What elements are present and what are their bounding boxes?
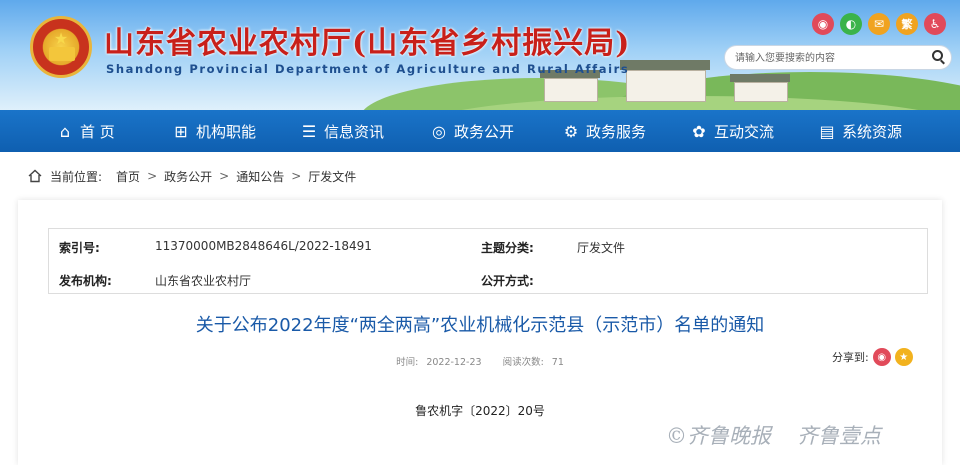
nav-item-label: 机构职能 xyxy=(196,122,257,141)
site-subtitle: Shandong Provincial Department of Agricu… xyxy=(106,62,630,76)
category-label: 主题分类: xyxy=(481,241,534,255)
share-label: 分享到: xyxy=(832,351,869,364)
watermark: ©齐鲁晚报 齐鲁壹点 xyxy=(666,420,881,450)
time-value: 2022-12-23 xyxy=(426,357,482,368)
document-meta-table: 索引号: 11370000MB2848646L/2022-18491 主题分类:… xyxy=(48,228,928,294)
watermark-right: 齐鲁壹点 xyxy=(797,424,881,448)
disclosure-label: 公开方式: xyxy=(481,274,534,288)
nav-item-label: 互动交流 xyxy=(714,122,775,141)
weibo-icon[interactable]: ◉ xyxy=(812,13,834,35)
house-roof xyxy=(730,74,790,82)
nav-item-label: 政务公开 xyxy=(454,122,515,141)
time-label: 时间: xyxy=(396,357,419,368)
breadcrumb-link-public-affairs[interactable]: 政务公开 xyxy=(164,168,212,185)
top-icon-bar: ◉ ◐ ✉ 繁 ♿ xyxy=(812,13,946,35)
org-icon: ⊞ xyxy=(174,121,188,141)
resource-icon: ▤ xyxy=(819,121,835,141)
article-info: 时间: 2022-12-23 阅读次数: 71 xyxy=(18,354,942,368)
nav-item-label: 信息资讯 xyxy=(324,122,385,141)
breadcrumb: 当前位置: 首页 > 政务公开 > 通知公告 > 厅发文件 xyxy=(28,168,356,184)
nav-item-home[interactable]: ⌂ 首 页 xyxy=(56,110,115,152)
chevron-right-icon: > xyxy=(219,169,230,183)
house-roof xyxy=(620,60,710,70)
doc-icon: ☰ xyxy=(301,121,317,141)
nav-item-organization[interactable]: ⊞ 机构职能 xyxy=(172,110,256,152)
chevron-right-icon: > xyxy=(291,169,302,183)
index-label: 索引号: xyxy=(59,241,100,255)
house-decoration xyxy=(734,82,788,102)
traditional-chinese-button[interactable]: 繁 xyxy=(896,13,918,35)
share-bar: 分享到: ◉ ★ xyxy=(832,348,913,366)
wechat-icon[interactable]: ◐ xyxy=(840,13,862,35)
gear-icon: ⚙ xyxy=(563,121,579,141)
eye-icon: ◎ xyxy=(432,121,446,141)
home-icon xyxy=(28,169,42,183)
search-input[interactable] xyxy=(733,49,927,68)
house-decoration xyxy=(544,78,598,102)
category-value: 厅发文件 xyxy=(577,241,626,255)
breadcrumb-link-dept-documents[interactable]: 厅发文件 xyxy=(308,168,356,185)
index-value: 11370000MB2848646L/2022-18491 xyxy=(155,239,372,253)
mail-icon[interactable]: ✉ xyxy=(868,13,890,35)
views-value: 71 xyxy=(551,357,564,368)
search-icon[interactable] xyxy=(932,50,943,61)
nav-item-news[interactable]: ☰ 信息资讯 xyxy=(300,110,384,152)
views-label: 阅读次数: xyxy=(502,357,544,368)
chat-icon: ✿ xyxy=(692,121,706,141)
nav-item-resources[interactable]: ▤ 系统资源 xyxy=(818,110,902,152)
breadcrumb-link-notices[interactable]: 通知公告 xyxy=(236,168,284,185)
nav-item-interaction[interactable]: ✿ 互动交流 xyxy=(690,110,774,152)
breadcrumb-label: 当前位置: xyxy=(50,169,103,184)
house-decoration xyxy=(626,70,706,102)
weibo-share-icon[interactable]: ◉ xyxy=(872,348,891,366)
nav-item-label: 首 页 xyxy=(80,122,115,141)
publisher-label: 发布机构: xyxy=(59,274,112,288)
nav-item-label: 政务服务 xyxy=(586,122,647,141)
chevron-right-icon: > xyxy=(147,169,158,183)
nav-item-services[interactable]: ⚙ 政务服务 xyxy=(562,110,646,152)
watermark-left: ©齐鲁晚报 xyxy=(666,424,771,448)
national-emblem-logo: ★ xyxy=(30,16,92,78)
accessibility-icon[interactable]: ♿ xyxy=(924,13,946,35)
home-icon: ⌂ xyxy=(59,121,71,141)
publisher-value: 山东省农业农村厅 xyxy=(155,274,252,288)
favorite-share-icon[interactable]: ★ xyxy=(894,348,913,366)
document-number: 鲁农机字〔2022〕20号 xyxy=(415,404,545,418)
site-header: ★ 山东省农业农村厅(山东省乡村振兴局) Shandong Provincial… xyxy=(0,0,960,110)
breadcrumb-link-home[interactable]: 首页 xyxy=(116,168,140,185)
article-title: 关于公布2022年度“两全两高”农业机械化示范县（示范市）名单的通知 xyxy=(195,315,765,336)
site-title: 山东省农业农村厅(山东省乡村振兴局) xyxy=(104,26,631,61)
nav-item-label: 系统资源 xyxy=(842,122,903,141)
main-nav: ⌂ 首 页 ⊞ 机构职能 ☰ 信息资讯 ◎ 政务公开 ⚙ 政务服务 ✿ 互动交流… xyxy=(0,110,960,152)
nav-item-public-affairs[interactable]: ◎ 政务公开 xyxy=(430,110,514,152)
search-box xyxy=(724,45,952,70)
